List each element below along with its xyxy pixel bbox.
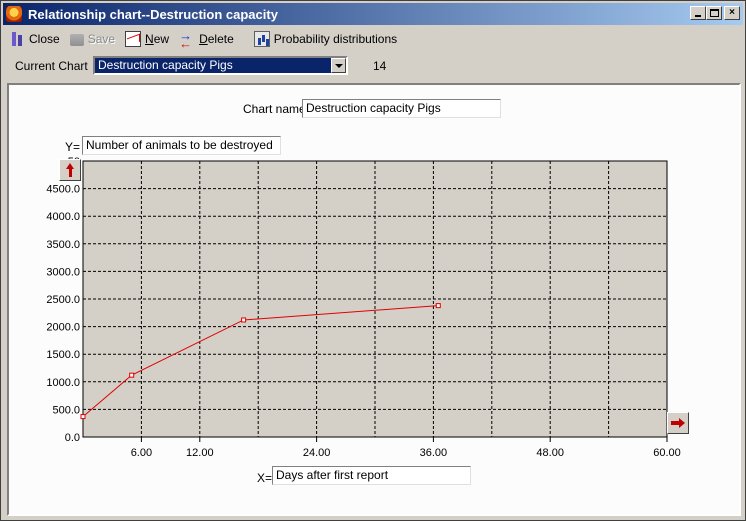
title-bar[interactable]: Relationship chart--Destruction capacity… — [3, 3, 743, 25]
chart-panel: Chart name: Destruction capacity Pigs Y=… — [7, 83, 741, 516]
x-tick-label: 24.00 — [303, 447, 331, 459]
data-point — [129, 372, 135, 378]
y-tick-label: 3500.0 — [46, 239, 80, 251]
close-window-button[interactable]: × — [724, 6, 740, 20]
save-hand-icon — [69, 34, 84, 46]
y-tick-label: 4000.0 — [46, 211, 80, 223]
new-button[interactable]: New — [125, 29, 169, 49]
x-axis-label: X= — [257, 471, 273, 485]
y-tick-label: 2500.0 — [46, 294, 80, 306]
delete-arrows-icon — [179, 28, 195, 51]
probability-distributions-label: Probability distributions — [273, 32, 398, 46]
y-tick-label: 1000.0 — [46, 377, 80, 389]
app-icon — [6, 6, 22, 22]
x-tick-label: 60.00 — [653, 447, 681, 459]
x-tick-label: 36.00 — [420, 447, 448, 459]
y-tick-label: 1500.0 — [46, 349, 80, 361]
y-tick-label: 2000.0 — [46, 322, 80, 334]
save-button[interactable]: Save — [69, 29, 116, 49]
current-chart-row: Current Chart — [15, 55, 95, 77]
data-point — [241, 317, 247, 323]
data-point — [80, 414, 86, 420]
close-button[interactable]: Close — [9, 29, 60, 49]
y-axis-up-arrow-button[interactable] — [59, 159, 81, 181]
new-chart-icon — [125, 31, 142, 47]
relationship-chart-window: Relationship chart--Destruction capacity… — [0, 0, 746, 521]
current-chart-label: Current Chart — [15, 59, 88, 73]
window-controls: × — [690, 6, 740, 20]
delete-button[interactable]: Delete — [179, 28, 234, 51]
delete-button-label: Delete — [199, 32, 234, 46]
y-tick-label: 3000.0 — [46, 266, 80, 278]
close-icon: × — [729, 7, 735, 18]
close-books-icon — [9, 31, 25, 47]
chevron-down-icon[interactable] — [331, 58, 346, 73]
x-tick-label: 6.00 — [131, 447, 152, 459]
chart-count: 14 — [373, 59, 387, 73]
minimize-button[interactable] — [690, 6, 706, 20]
maximize-button[interactable] — [706, 6, 722, 20]
x-tick-label: 12.00 — [186, 447, 214, 459]
window-title: Relationship chart--Destruction capacity — [28, 6, 278, 22]
current-chart-select[interactable]: Destruction capacity Pigs — [93, 56, 348, 75]
close-button-label: Close — [29, 32, 60, 46]
x-axis-right-arrow-button[interactable] — [667, 412, 689, 434]
x-axis-field[interactable]: Days after first report — [272, 466, 471, 485]
save-button-label: Save — [87, 32, 116, 46]
current-chart-selected-value: Destruction capacity Pigs — [98, 58, 233, 72]
y-tick-label: 4500.0 — [46, 184, 80, 196]
data-point — [435, 303, 441, 309]
y-tick-label: 500.0 — [52, 404, 80, 416]
probability-distributions-button[interactable]: Probability distributions — [253, 29, 398, 49]
maximize-icon — [709, 9, 719, 17]
y-tick-label: 0.0 — [65, 432, 80, 444]
new-button-label: New — [145, 32, 170, 46]
minimize-icon — [695, 15, 701, 17]
chart-area: 0.0 500.0 1000.0 1500.0 2000.0 2500.0 3000.0 35… — [46, 156, 681, 459]
toolbar: Close Save New Delete Probability distri… — [9, 28, 407, 51]
probability-chart-icon — [253, 31, 270, 47]
x-tick-label: 48.00 — [536, 447, 564, 459]
